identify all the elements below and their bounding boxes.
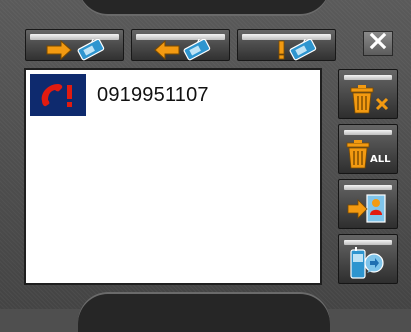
missed-call-icon [238,39,335,61]
missed-call-phone-icon [30,74,86,116]
save-to-contacts-button[interactable] [338,179,398,229]
close-button[interactable] [363,31,393,56]
bottom-notch [78,292,330,332]
list-item[interactable]: 0919951107 [30,74,320,116]
outgoing-call-icon [26,39,123,61]
tab-outgoing-calls[interactable] [25,29,124,61]
delete-button[interactable] [338,69,398,119]
phone-number: 0919951107 [97,83,209,106]
tab-incoming-calls[interactable] [131,29,230,61]
delete-all-button[interactable]: ALL [338,124,398,174]
save-to-contacts-icon [339,192,397,226]
dial-button[interactable] [338,234,398,284]
delete-icon [339,82,397,116]
call-log-list[interactable]: 0919951107 [24,68,322,285]
incoming-call-icon [132,39,229,61]
device-frame: 0919951107 ALL [0,0,411,332]
delete-all-label: ALL [370,154,391,165]
delete-all-icon: ALL [339,137,397,171]
tab-missed-calls[interactable] [237,29,336,61]
close-icon [369,32,387,55]
dial-icon [339,247,397,281]
top-notch [78,0,330,16]
